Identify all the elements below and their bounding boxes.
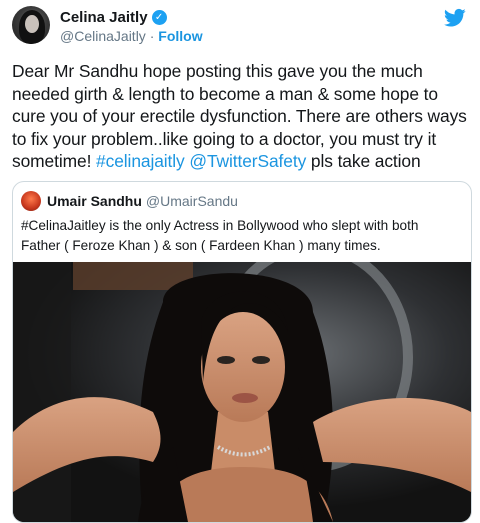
verified-badge-icon: ✓ [151,10,167,25]
handle-separator: · [149,28,155,44]
quoted-tweet[interactable]: Umair Sandhu @UmairSandu #CelinaJaitley i… [12,181,472,523]
quoted-author-avatar[interactable] [21,191,41,211]
mention-link[interactable]: @TwitterSafety [189,151,306,171]
author-avatar[interactable] [12,6,50,44]
follow-button[interactable]: Follow [158,28,202,44]
tweet-text: Dear Mr Sandhu hope posting this gave yo… [12,60,474,173]
photo-illustration [13,262,471,522]
quoted-tweet-text: #CelinaJaitley is the only Actress in Bo… [21,218,419,253]
twitter-bird-icon[interactable] [444,8,466,28]
author-handle[interactable]: @CelinaJaitly [60,28,146,44]
tweet-card: Celina Jaitly ✓ @CelinaJaitly · Follow D… [0,0,480,523]
avatar-face [25,15,39,33]
quoted-tweet-photo[interactable] [13,262,471,522]
author-name-row[interactable]: Celina Jaitly ✓ [60,9,167,26]
quoted-author-handle: @UmairSandu [145,193,238,209]
quoted-author-row[interactable]: Umair Sandhu @UmairSandu [47,193,238,209]
tweet-text-end: pls take action [306,151,421,171]
author-handle-row: @CelinaJaitly · Follow [60,28,203,44]
hashtag-link[interactable]: #celinajaitly [96,151,185,171]
quoted-author-name: Umair Sandhu [47,193,142,209]
author-name[interactable]: Celina Jaitly [60,9,148,26]
